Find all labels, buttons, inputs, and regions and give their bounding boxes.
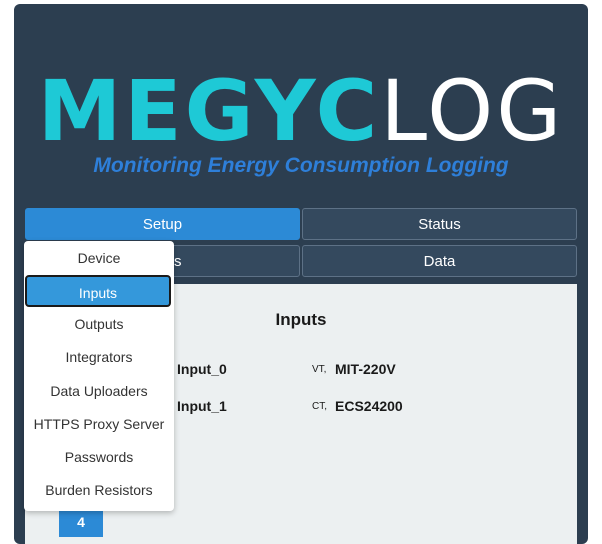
menu-item-outputs[interactable]: Outputs [24,309,174,339]
input-model: ECS24200 [335,398,403,414]
menu-item-burden-resistors[interactable]: Burden Resistors [24,475,174,505]
menu-item-data-uploaders[interactable]: Data Uploaders [24,376,174,406]
input-type: CT, [312,401,327,412]
nav-setup-button[interactable]: Setup [25,208,300,240]
menu-item-https-proxy-server[interactable]: HTTPS Proxy Server [24,409,174,439]
input-name[interactable]: Input_0 [177,361,227,377]
tagline: Monitoring Energy Consumption Logging [93,154,509,177]
menu-item-integrators[interactable]: Integrators [24,342,174,372]
input-type: VT, [312,364,327,375]
menu-item-passwords[interactable]: Passwords [24,442,174,472]
nav-status-button[interactable]: Status [302,208,577,240]
logo-part-b: LOG [380,62,565,160]
menu-item-device[interactable]: Device [24,243,174,273]
menu-item-inputs[interactable]: Inputs [25,275,171,307]
input-model: MIT-220V [335,361,396,377]
nav-data-button[interactable]: Data [302,245,577,277]
page-button[interactable]: 4 [59,507,103,537]
input-name[interactable]: Input_1 [177,398,227,414]
setup-dropdown-menu: Device Inputs Outputs Integrators Data U… [24,241,174,511]
logo-part-a: MEGYC [37,62,381,160]
logo: MEGYCLOG [14,68,588,154]
